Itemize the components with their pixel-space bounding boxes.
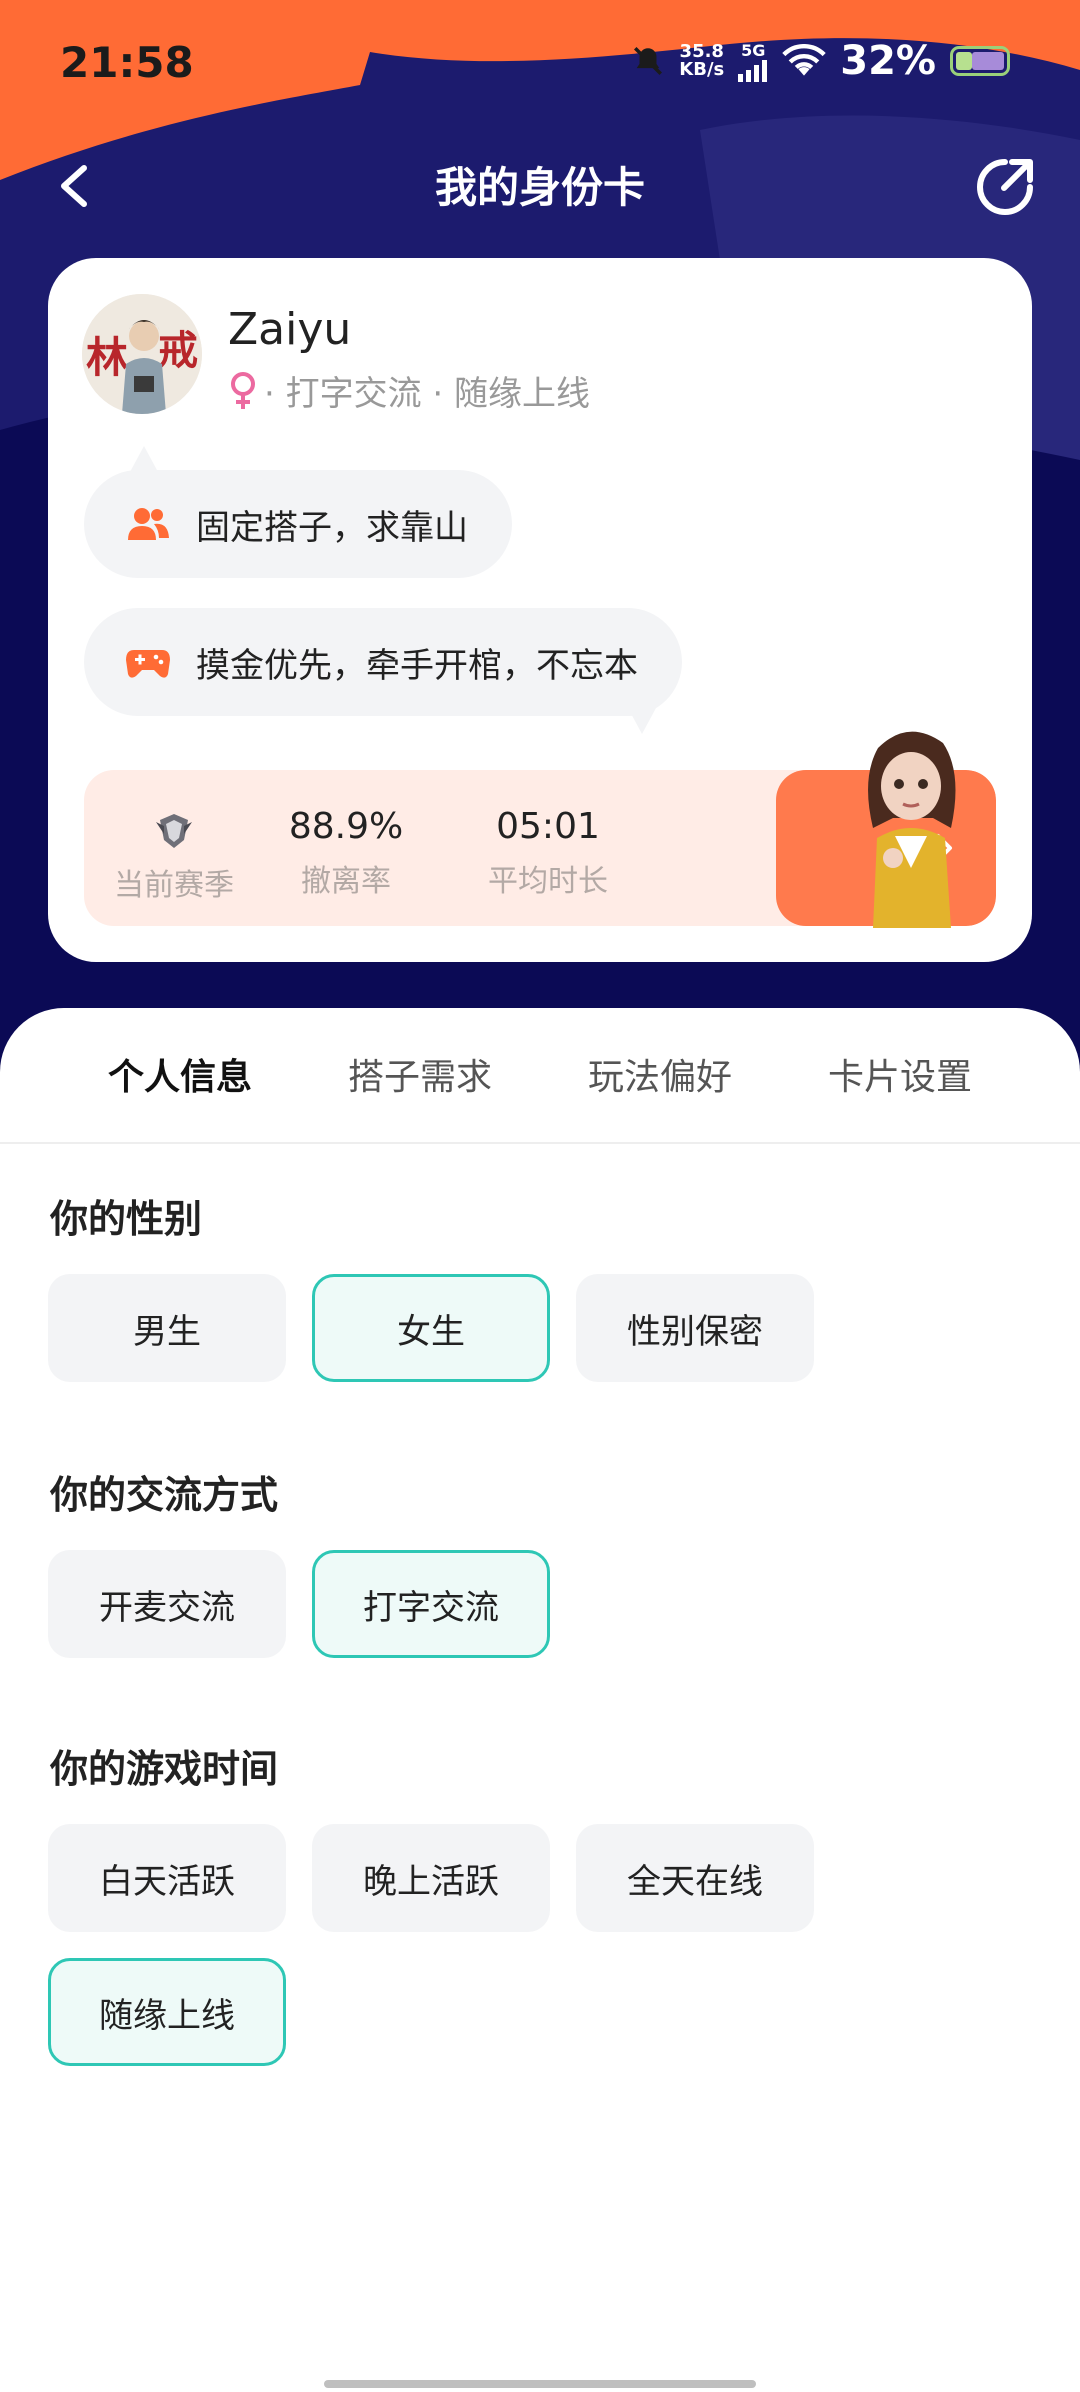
stat-season: 当前赛季 (84, 770, 264, 926)
username: Zaiyu (228, 304, 352, 355)
wifi-icon (782, 44, 826, 76)
option-text-chat[interactable]: 打字交流 (312, 1550, 550, 1658)
status-bar: 21:58 35.8 KB/s 5G 32% (0, 0, 1080, 120)
option-night[interactable]: 晚上活跃 (312, 1824, 550, 1932)
nav-bar: 我的身份卡 (0, 130, 1080, 240)
tab-partner-needs[interactable]: 搭子需求 (300, 1048, 540, 1100)
cell-signal: 5G (738, 41, 768, 82)
page-title: 我的身份卡 (434, 163, 645, 212)
bubble-tail (130, 446, 158, 472)
net-speed-unit: KB/s (679, 59, 725, 80)
option-daytime[interactable]: 白天活跃 (48, 1824, 286, 1932)
option-random-online[interactable]: 随缘上线 (48, 1958, 286, 2066)
user-tags: · 打字交流 · 随缘上线 (228, 366, 590, 415)
tab-card-settings[interactable]: 卡片设置 (780, 1048, 1020, 1100)
tab-bar: 个人信息 搭子需求 玩法偏好 卡片设置 (0, 1048, 1080, 1128)
tab-divider (0, 1142, 1080, 1144)
rank-badge-icon (156, 814, 192, 848)
section-title-gender: 你的性别 (50, 1197, 203, 1241)
avatar-image: 林 戒 (82, 294, 202, 414)
signal-bars-icon (738, 59, 768, 82)
users-icon (128, 508, 169, 540)
identity-card: 林 戒 Zaiyu · 打字交流 · 随缘上线 固定搭子，求靠山 摸金优先，牵手… (48, 258, 1032, 962)
option-gender-private[interactable]: 性别保密 (576, 1274, 814, 1382)
bubble-partner-wish: 固定搭子，求靠山 (84, 470, 512, 578)
svg-text:戒: 戒 (158, 327, 198, 374)
tab-play-preference[interactable]: 玩法偏好 (540, 1048, 780, 1100)
gamepad-icon (126, 650, 170, 678)
stat-value: 05:01 (496, 806, 600, 847)
network-type: 5G (741, 40, 766, 60)
bubble-text: 固定搭子，求靠山 (196, 507, 468, 548)
home-indicator[interactable] (324, 2380, 756, 2388)
section-title-game-time: 你的游戏时间 (50, 1747, 279, 1791)
stat-extraction-rate: 88.9% 撤离率 (256, 770, 436, 926)
stat-label: 撤离率 (301, 864, 391, 899)
tab-personal-info[interactable]: 个人信息 (60, 1048, 300, 1100)
settings-sheet: 个人信息 搭子需求 玩法偏好 卡片设置 你的性别 男生 女生 性别保密 你的交流… (0, 1008, 1080, 2392)
svg-text:林: 林 (86, 333, 128, 382)
bubble-tail (628, 708, 656, 734)
section-title-communication: 你的交流方式 (50, 1473, 279, 1517)
stat-label: 当前赛季 (114, 868, 234, 903)
character-illustration (868, 731, 956, 928)
female-icon (231, 371, 255, 409)
battery-icon (950, 46, 1010, 76)
option-male[interactable]: 男生 (48, 1274, 286, 1382)
stat-value: 88.9% (288, 806, 404, 847)
avatar[interactable]: 林 戒 (82, 294, 202, 414)
status-time: 21:58 (60, 38, 194, 87)
stat-label: 平均时长 (488, 864, 608, 899)
net-speed: 35.8 KB/s (679, 43, 724, 79)
option-voice-chat[interactable]: 开麦交流 (48, 1550, 286, 1658)
user-tags-text: · 打字交流 · 随缘上线 (264, 374, 591, 414)
bubble-text: 摸金优先，牵手开棺，不忘本 (196, 645, 638, 686)
stat-avg-duration: 05:01 平均时长 (458, 770, 638, 926)
mute-bell-icon (634, 46, 663, 76)
option-female[interactable]: 女生 (312, 1274, 550, 1382)
bubble-play-style: 摸金优先，牵手开棺，不忘本 (84, 608, 682, 716)
share-icon[interactable] (970, 152, 1040, 222)
status-icons: 35.8 KB/s 5G 32% (631, 38, 1010, 84)
option-all-day[interactable]: 全天在线 (576, 1824, 814, 1932)
battery-percent: 32% (840, 38, 936, 84)
